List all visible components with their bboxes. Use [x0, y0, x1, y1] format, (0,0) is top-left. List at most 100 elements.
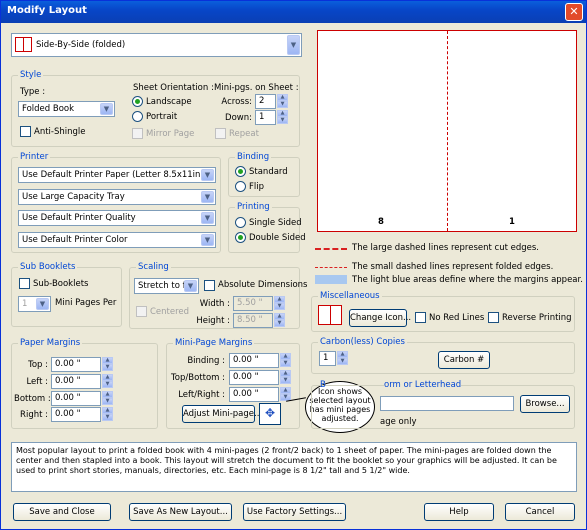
paper-select[interactable]: Use Default Printer Paper (Letter 8.5x11…	[18, 167, 216, 183]
mirror-checkbox[interactable]	[132, 128, 143, 139]
chevron-down-icon: ▼	[201, 191, 214, 203]
mini-binding-stepper[interactable]: ▲ ▼	[280, 353, 291, 368]
save-new-layout-button[interactable]: Save As New Layout...	[129, 503, 232, 521]
form-label-start: B	[320, 380, 326, 390]
down-arrow-icon[interactable]: ▼	[280, 377, 291, 384]
up-arrow-icon[interactable]: ▲	[274, 313, 285, 320]
portrait-radio[interactable]	[132, 111, 143, 122]
anti-shingle-checkbox[interactable]	[20, 126, 31, 137]
top-label: Top :	[28, 360, 48, 370]
close-icon[interactable]: ✕	[565, 3, 583, 21]
repeat-checkbox[interactable]	[215, 128, 226, 139]
sub-booklets-select[interactable]: 1 ▼	[18, 296, 51, 312]
layout-icon	[15, 37, 32, 52]
form-label-end: orm or Letterhead	[384, 380, 462, 390]
left-stepper[interactable]: ▲ ▼	[102, 374, 113, 389]
down-arrow-icon[interactable]: ▼	[102, 364, 113, 371]
up-arrow-icon[interactable]: ▲	[102, 407, 113, 414]
double-sided-label: Double Sided	[249, 233, 306, 243]
style-label: Style	[18, 70, 44, 80]
adjust-mini-page-button[interactable]: Adjust Mini-page...	[182, 405, 262, 423]
page-only-label: age only	[380, 417, 417, 427]
double-sided-radio[interactable]	[235, 232, 246, 243]
change-icon-button[interactable]: Change Icon...	[349, 309, 411, 327]
type-label: Type :	[20, 87, 46, 97]
height-stepper[interactable]: ▲ ▼	[274, 313, 285, 328]
color-select[interactable]: Use Default Printer Color ▼	[18, 232, 216, 248]
down-arrow-icon[interactable]: ▼	[102, 414, 113, 421]
bottom-input[interactable]: 0.00 "	[51, 391, 101, 406]
down-arrow-icon[interactable]: ▼	[280, 360, 291, 367]
landscape-label: Landscape	[146, 97, 192, 107]
repeat-label: Repeat	[229, 129, 259, 139]
chevron-down-icon: ▼	[100, 103, 113, 115]
down-arrow-icon[interactable]: ▼	[102, 398, 113, 405]
across-input[interactable]: 2	[255, 94, 276, 109]
down-arrow-icon[interactable]: ▼	[274, 320, 285, 327]
down-arrow-icon[interactable]: ▼	[337, 358, 348, 365]
legend-margins: The light blue areas define where the ma…	[352, 275, 583, 285]
flip-label: Flip	[249, 182, 265, 192]
orientation-label: Sheet Orientation :	[133, 83, 214, 93]
up-arrow-icon[interactable]: ▲	[102, 357, 113, 364]
form-file-input[interactable]	[380, 396, 514, 411]
mini-lr-input[interactable]: 0.00 "	[229, 387, 279, 402]
bottom-stepper[interactable]: ▲ ▼	[102, 391, 113, 406]
down-arrow-icon[interactable]: ▼	[277, 101, 288, 108]
landscape-radio[interactable]	[132, 96, 143, 107]
right-stepper[interactable]: ▲ ▼	[102, 407, 113, 422]
width-stepper[interactable]: ▲ ▼	[274, 296, 285, 311]
anti-shingle-label: Anti-Shingle	[34, 127, 86, 137]
tray-select[interactable]: Use Large Capacity Tray ▼	[18, 189, 216, 205]
top-input[interactable]: 0.00 "	[51, 357, 101, 372]
up-arrow-icon[interactable]: ▲	[277, 110, 288, 117]
carbon-stepper[interactable]: ▲ ▼	[337, 351, 348, 366]
left-input[interactable]: 0.00 "	[51, 374, 101, 389]
mini-tb-input[interactable]: 0.00 "	[229, 370, 279, 385]
up-arrow-icon[interactable]: ▲	[280, 387, 291, 394]
carbon-input[interactable]: 1	[319, 351, 336, 366]
down-arrow-icon[interactable]: ▼	[102, 381, 113, 388]
scaling-select[interactable]: Stretch to fit ▼	[134, 278, 199, 294]
carbon-group: Carbon(less) Copies 1 ▲ ▼ Carbon #	[311, 337, 575, 374]
up-arrow-icon[interactable]: ▲	[280, 370, 291, 377]
title-bar[interactable]: Modify Layout ✕	[1, 1, 586, 23]
centered-checkbox[interactable]	[136, 306, 147, 317]
reverse-printing-checkbox[interactable]	[488, 312, 499, 323]
layout-select[interactable]: Side-By-Side (folded) ▼	[11, 33, 302, 57]
save-close-button[interactable]: Save and Close	[13, 503, 111, 521]
up-arrow-icon[interactable]: ▲	[274, 296, 285, 303]
up-arrow-icon[interactable]: ▲	[102, 391, 113, 398]
up-arrow-icon[interactable]: ▲	[337, 351, 348, 358]
top-stepper[interactable]: ▲ ▼	[102, 357, 113, 372]
up-arrow-icon[interactable]: ▲	[277, 94, 288, 101]
across-stepper[interactable]: ▲ ▼	[277, 94, 288, 109]
down-input[interactable]: 1	[255, 110, 276, 125]
type-select[interactable]: Folded Book ▼	[18, 101, 115, 117]
mini-binding-input[interactable]: 0.00 "	[229, 353, 279, 368]
bottom-label: Bottom :	[14, 394, 51, 404]
height-input[interactable]: 8.50 "	[233, 313, 273, 328]
standard-radio[interactable]	[235, 166, 246, 177]
up-arrow-icon[interactable]: ▲	[280, 353, 291, 360]
down-stepper[interactable]: ▲ ▼	[277, 110, 288, 125]
absolute-dims-checkbox[interactable]	[204, 280, 215, 291]
quality-select[interactable]: Use Default Printer Quality ▼	[18, 210, 216, 226]
carbon-button[interactable]: Carbon #	[438, 351, 490, 369]
sub-booklets-checkbox[interactable]	[19, 278, 30, 289]
right-input[interactable]: 0.00 "	[51, 407, 101, 422]
width-input[interactable]: 5.50 "	[233, 296, 273, 311]
no-red-lines-checkbox[interactable]	[415, 312, 426, 323]
move-arrows-icon[interactable]: ✥	[259, 403, 281, 425]
up-arrow-icon[interactable]: ▲	[102, 374, 113, 381]
browse-button[interactable]: Browse...	[520, 395, 570, 413]
type-select-value: Folded Book	[22, 104, 75, 114]
down-arrow-icon[interactable]: ▼	[274, 303, 285, 310]
mini-tb-stepper[interactable]: ▲ ▼	[280, 370, 291, 385]
factory-settings-button[interactable]: Use Factory Settings...	[243, 503, 346, 521]
cancel-button[interactable]: Cancel	[505, 503, 575, 521]
down-arrow-icon[interactable]: ▼	[277, 117, 288, 124]
single-sided-radio[interactable]	[235, 217, 246, 228]
help-button[interactable]: Help	[424, 503, 494, 521]
flip-radio[interactable]	[235, 181, 246, 192]
